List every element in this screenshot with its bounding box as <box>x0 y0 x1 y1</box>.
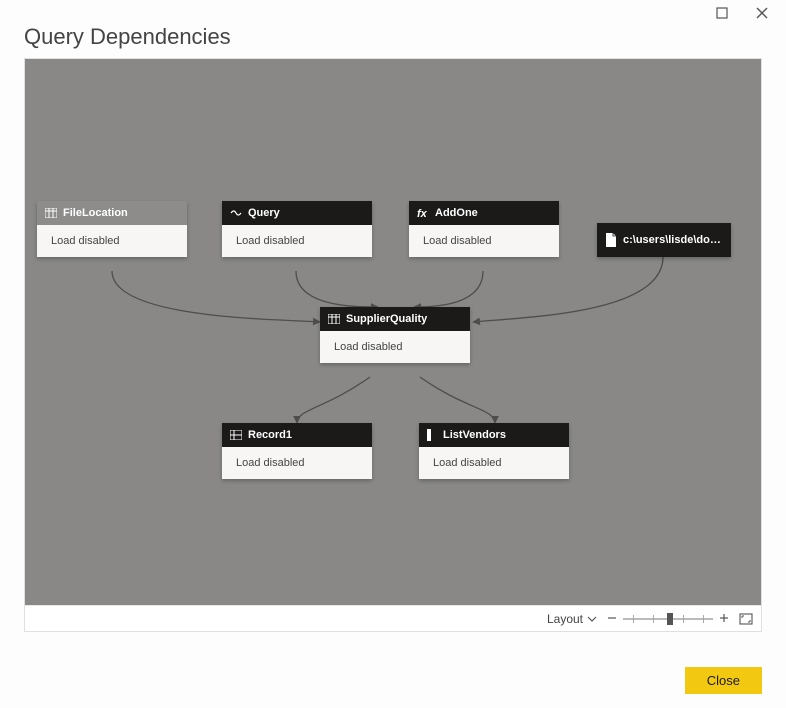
zoom-slider[interactable] <box>607 612 729 626</box>
node-title: AddOne <box>435 207 478 219</box>
node-status: Load disabled <box>222 225 372 257</box>
layout-dropdown[interactable]: Layout <box>547 612 597 626</box>
zoom-out-icon[interactable] <box>607 612 617 626</box>
maximize-icon[interactable] <box>716 6 728 24</box>
list-icon <box>427 429 437 441</box>
node-listvendors[interactable]: ListVendors Load disabled <box>419 423 569 479</box>
close-icon[interactable] <box>756 6 768 24</box>
node-status: Load disabled <box>222 447 372 479</box>
node-supplierquality[interactable]: SupplierQuality Load disabled <box>320 307 470 363</box>
node-header: Query <box>222 201 372 225</box>
fit-to-screen-icon[interactable] <box>739 613 753 625</box>
chevron-down-icon <box>587 614 597 624</box>
node-header: ListVendors <box>419 423 569 447</box>
node-title: c:\users\lisde\downloads... <box>623 234 723 246</box>
node-record1[interactable]: Record1 Load disabled <box>222 423 372 479</box>
node-title: Record1 <box>248 429 292 441</box>
node-title: FileLocation <box>63 207 128 219</box>
close-button[interactable]: Close <box>685 667 762 694</box>
layout-label: Layout <box>547 612 583 626</box>
node-title: Query <box>248 207 280 219</box>
window-controls <box>716 6 768 24</box>
slider-track[interactable] <box>623 618 713 620</box>
node-file-source[interactable]: c:\users\lisde\downloads... <box>597 223 731 257</box>
node-status: Load disabled <box>419 447 569 479</box>
canvas-wrapper: FileLocation Load disabled Query Load di… <box>24 58 762 632</box>
page-title: Query Dependencies <box>24 24 231 50</box>
node-status: Load disabled <box>409 225 559 257</box>
node-header: Record1 <box>222 423 372 447</box>
query-icon <box>230 208 242 218</box>
function-icon: fx <box>417 207 429 219</box>
table-icon <box>328 314 340 324</box>
node-header: fx AddOne <box>409 201 559 225</box>
dependency-canvas[interactable]: FileLocation Load disabled Query Load di… <box>25 59 761 607</box>
node-header: FileLocation <box>37 201 187 225</box>
file-icon <box>605 233 617 247</box>
node-header: c:\users\lisde\downloads... <box>597 223 731 257</box>
slider-thumb[interactable] <box>667 613 673 625</box>
canvas-toolbar: Layout <box>25 605 761 631</box>
node-query[interactable]: Query Load disabled <box>222 201 372 257</box>
node-title: SupplierQuality <box>346 313 427 325</box>
node-header: SupplierQuality <box>320 307 470 331</box>
zoom-in-icon[interactable] <box>719 612 729 626</box>
table-icon <box>45 208 57 218</box>
node-filelocation[interactable]: FileLocation Load disabled <box>37 201 187 257</box>
node-title: ListVendors <box>443 429 506 441</box>
node-status: Load disabled <box>320 331 470 363</box>
node-status: Load disabled <box>37 225 187 257</box>
svg-text:fx: fx <box>417 208 428 219</box>
node-addone[interactable]: fx AddOne Load disabled <box>409 201 559 257</box>
record-icon <box>230 430 242 440</box>
